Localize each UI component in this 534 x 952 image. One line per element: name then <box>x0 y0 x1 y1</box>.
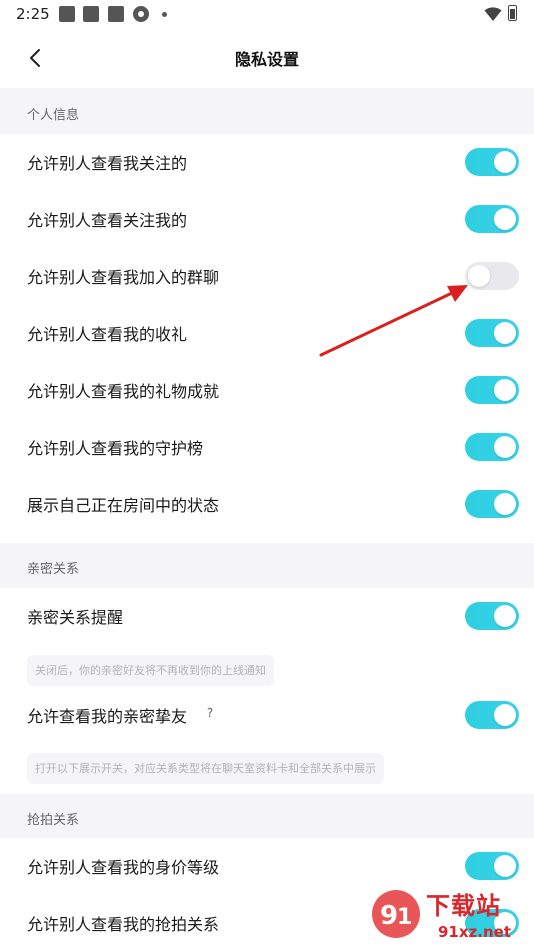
toggle-knob <box>494 151 516 173</box>
setting-label: 允许别人查看我关注的 <box>27 154 188 173</box>
section-title: 个人信息 <box>27 108 80 123</box>
section-title: 抢拍关系 <box>27 813 80 828</box>
setting-row-gift-achievements: 允许别人查看我的礼物成就 <box>0 362 534 419</box>
wifi-icon <box>484 7 502 21</box>
setting-label: 允许别人查看我加入的群聊 <box>27 268 220 287</box>
setting-label: 允许别人查看我的身价等级 <box>27 858 220 877</box>
toggle-knob <box>494 855 516 877</box>
section-header-intimate: 亲密关系 <box>0 543 534 588</box>
toggle-knob <box>494 322 516 344</box>
setting-row-followers: 允许别人查看关注我的 <box>0 191 534 248</box>
section-header-grab: 抢拍关系 <box>0 794 534 838</box>
toggle-knob <box>494 605 516 627</box>
toggle-knob <box>494 379 516 401</box>
setting-label: 允许别人查看我的礼物成就 <box>27 382 220 401</box>
notification-icon <box>108 6 124 22</box>
setting-row-group-chats: 允许别人查看我加入的群聊 <box>0 248 534 305</box>
help-icon[interactable]: ? <box>202 705 218 721</box>
battery-icon <box>508 5 517 21</box>
setting-row-guardian-list: 允许别人查看我的守护榜 <box>0 419 534 476</box>
toggle-guardian-list[interactable] <box>465 433 519 461</box>
notification-icon <box>59 6 75 22</box>
toggle-followings[interactable] <box>465 148 519 176</box>
svg-text:9: 9 <box>380 901 398 931</box>
setting-row-gifts: 允许别人查看我的收礼 <box>0 305 534 362</box>
setting-label: 展示自己正在房间中的状态 <box>27 496 220 515</box>
aperture-icon <box>133 6 149 22</box>
setting-label: 允许别人查看关注我的 <box>27 211 188 230</box>
setting-label: 允许别人查看我的守护榜 <box>27 439 204 458</box>
toggle-worth-level[interactable] <box>465 852 519 880</box>
hint-close-friends: 打开以下展示开关，对应关系类型将在聊天室资料卡和全部关系中展示 <box>27 753 384 784</box>
setting-label: 允许查看我的亲密挚友 <box>27 707 188 726</box>
setting-row-close-friends: 允许查看我的亲密挚友 ? <box>0 687 534 744</box>
toggle-knob <box>494 704 516 726</box>
setting-label: 允许别人查看我的收礼 <box>27 325 188 344</box>
setting-label: 亲密关系提醒 <box>27 608 124 627</box>
toggle-close-friends[interactable] <box>465 701 519 729</box>
watermark-site: 91xz.net <box>438 923 512 941</box>
toggle-knob <box>494 493 516 515</box>
status-bar: 2:25 <box>0 0 534 28</box>
toggle-group-chats[interactable] <box>465 262 519 290</box>
toggle-intimate-reminder[interactable] <box>465 602 519 630</box>
hint-intimate-reminder: 关闭后，你的亲密好友将不再收到你的上线通知 <box>27 655 274 686</box>
section-title: 亲密关系 <box>27 562 80 577</box>
nav-bar: 隐私设置 <box>0 28 534 88</box>
setting-row-followings: 允许别人查看我关注的 <box>0 134 534 191</box>
toggle-followers[interactable] <box>465 205 519 233</box>
status-time: 2:25 <box>16 5 50 23</box>
more-notifications-icon <box>162 12 167 17</box>
setting-row-room-status: 展示自己正在房间中的状态 <box>0 476 534 533</box>
notification-icon <box>83 6 99 22</box>
setting-label: 允许别人查看我的抢拍关系 <box>27 915 220 934</box>
setting-row-intimate-reminder: 亲密关系提醒 <box>0 588 534 645</box>
toggle-gifts[interactable] <box>465 319 519 347</box>
toggle-knob <box>468 265 490 287</box>
page-title: 隐私设置 <box>234 50 299 69</box>
svg-text:1: 1 <box>397 905 412 930</box>
section-header-personal: 个人信息 <box>0 88 534 134</box>
watermark-brand: 下载站 <box>426 892 501 920</box>
toggle-gift-achievements[interactable] <box>465 376 519 404</box>
toggle-room-status[interactable] <box>465 490 519 518</box>
toggle-knob <box>494 436 516 458</box>
toggle-knob <box>494 208 516 230</box>
